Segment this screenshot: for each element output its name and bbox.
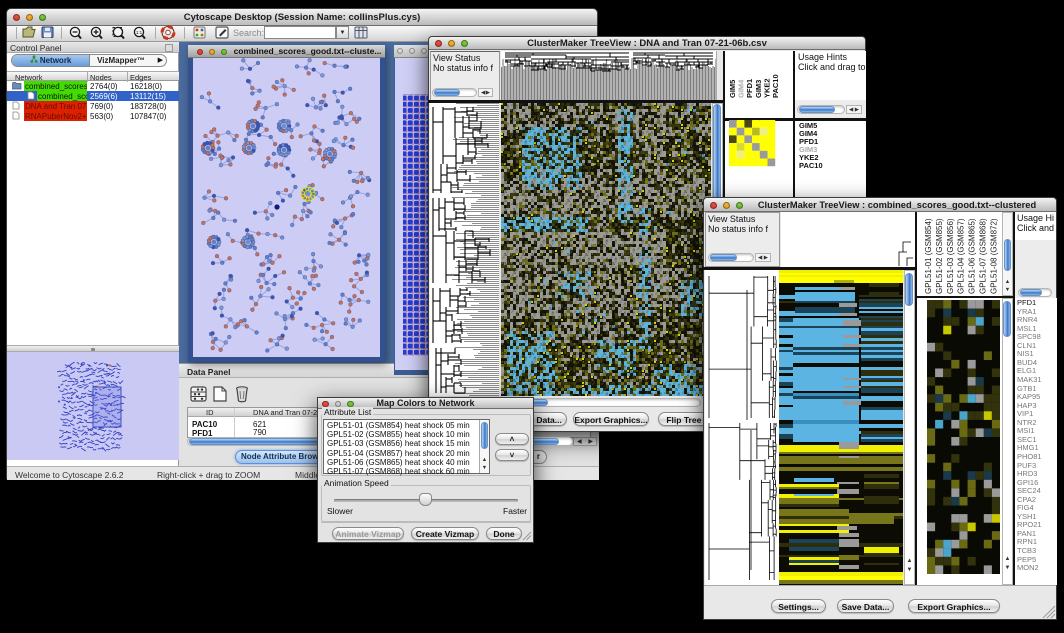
svg-text:GPL51-07 (GSM868): GPL51-07 (GSM868) (979, 218, 988, 294)
svg-text:GPL51-02 (GSM855): GPL51-02 (GSM855) (935, 218, 944, 294)
svg-text:PAC10: PAC10 (771, 74, 780, 98)
svg-text:1:1: 1:1 (136, 30, 143, 35)
svg-text:GPL51-08 (GSM872): GPL51-08 (GSM872) (989, 218, 998, 294)
svg-text:GPL51-03 (GSM856): GPL51-03 (GSM856) (946, 218, 955, 294)
svg-text:GPL51-01 (GSM854): GPL51-01 (GSM854) (924, 218, 933, 294)
svg-text:GPL51-04 (GSM857): GPL51-04 (GSM857) (957, 218, 966, 294)
svg-text:GPL51-06 (GSM865): GPL51-06 (GSM865) (968, 218, 977, 294)
